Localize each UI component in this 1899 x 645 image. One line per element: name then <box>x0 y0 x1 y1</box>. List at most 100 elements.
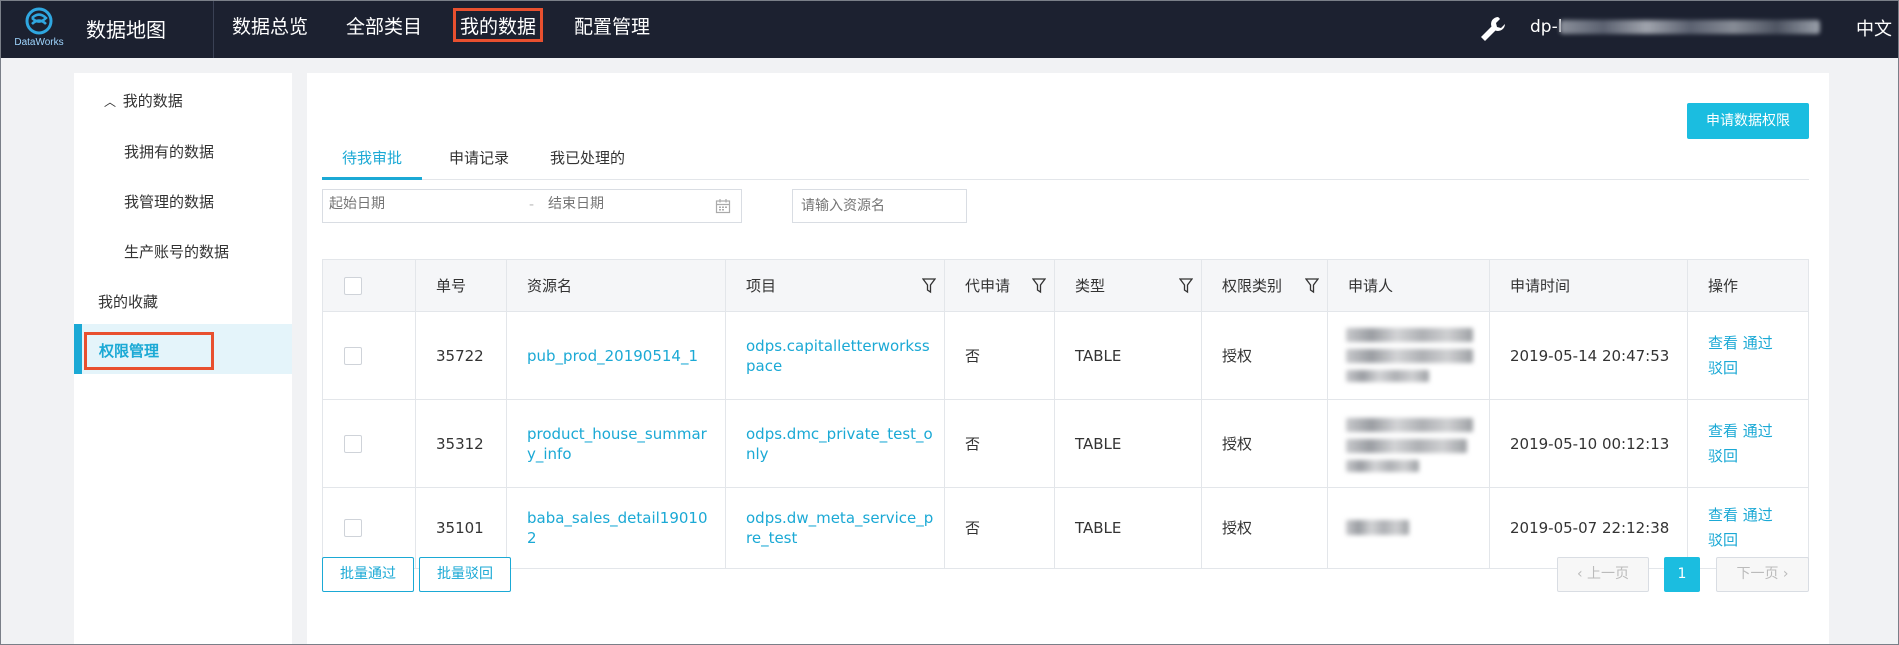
sidebar-item-owned-data[interactable]: 我拥有的数据 <box>124 141 214 162</box>
batch-reject-button[interactable]: 批量驳回 <box>419 557 511 592</box>
filter-icon[interactable] <box>1032 278 1046 294</box>
cell-proxy: 否 <box>945 488 1055 568</box>
cell-project: odps.dw_meta_service_pre_test <box>726 488 945 568</box>
sidebar-item-prod-account-data[interactable]: 生产账号的数据 <box>124 241 229 262</box>
next-page-button[interactable]: 下一页 › <box>1716 557 1809 592</box>
header-actions: 操作 <box>1688 260 1810 311</box>
project-link[interactable]: odps.dmc_private_test_only <box>746 424 934 464</box>
apply-data-permission-button[interactable]: 申请数据权限 <box>1687 103 1809 139</box>
row-select-cell <box>323 312 416 399</box>
app-title: 数据地图 <box>86 18 166 42</box>
tab-pending-approval[interactable]: 待我审批 <box>322 140 422 180</box>
resource-link[interactable]: baba_sales_detail190102 <box>527 508 715 548</box>
cell-permission-type: 授权 <box>1202 488 1328 568</box>
proxy-value: 否 <box>965 346 981 365</box>
chevron-right-icon: › <box>1782 566 1789 582</box>
filter-icon[interactable] <box>1179 278 1193 294</box>
chevron-up-icon: ︿ <box>104 95 117 109</box>
prev-page-button[interactable]: ‹ 上一页 <box>1557 557 1649 592</box>
header-permission-type-label: 权限类别 <box>1222 276 1283 295</box>
header-permission-type: 权限类别 <box>1202 260 1328 311</box>
main-panel: 申请数据权限 待我审批 申请记录 我已处理的 - 单号 资源名 项目 代申请 <box>307 73 1829 645</box>
cell-actions: 查看 通过 驳回 <box>1688 488 1810 568</box>
cell-type: TABLE <box>1055 400 1202 487</box>
view-link[interactable]: 查看 <box>1708 422 1738 440</box>
sidebar-group-my-data[interactable]: ︿ 我的数据 <box>104 90 183 111</box>
header-apply-time: 申请时间 <box>1490 260 1688 311</box>
view-link[interactable]: 查看 <box>1708 506 1738 524</box>
apply-time-value: 2019-05-07 22:12:38 <box>1510 519 1670 537</box>
active-indicator <box>74 324 82 374</box>
nav-overview[interactable]: 数据总览 <box>213 0 327 58</box>
select-all-checkbox[interactable] <box>344 276 362 295</box>
filter-icon[interactable] <box>1305 278 1319 294</box>
tab-application-records[interactable]: 申请记录 <box>449 140 509 180</box>
nav-all-categories-label: 全部类目 <box>346 16 423 38</box>
dataworks-logo[interactable]: DataWorks <box>10 6 68 52</box>
date-range-picker[interactable]: - <box>322 189 742 223</box>
proxy-value: 否 <box>965 434 981 453</box>
sidebar-item-favorites[interactable]: 我的收藏 <box>98 291 158 312</box>
redacted-applicant <box>1346 328 1473 342</box>
user-account-name[interactable]: dp-l <box>1530 17 1562 37</box>
top-navigation-bar: DataWorks 数据地图 数据总览 全部类目 我的数据 配置管理 dp-l … <box>0 0 1899 58</box>
header-applicant-label: 申请人 <box>1348 276 1394 295</box>
redacted-account <box>1560 20 1820 34</box>
nav-config-management-label: 配置管理 <box>574 16 651 38</box>
dataworks-logo-icon <box>25 7 53 35</box>
header-project: 项目 <box>726 260 945 311</box>
start-date-input[interactable] <box>329 196 509 212</box>
filter-icon[interactable] <box>922 278 936 294</box>
view-link[interactable]: 查看 <box>1708 334 1738 352</box>
cell-type: TABLE <box>1055 312 1202 399</box>
header-select-cell <box>323 260 416 311</box>
calendar-icon[interactable] <box>715 198 731 214</box>
highlight-box <box>453 8 544 42</box>
table-row: 35722 pub_prod_20190514_1 odps.capitalle… <box>323 312 1808 400</box>
approve-link[interactable]: 通过 <box>1743 506 1773 524</box>
redacted-applicant <box>1346 439 1467 453</box>
cell-resource: product_house_summary_info <box>507 400 726 487</box>
resource-link[interactable]: product_house_summary_info <box>527 424 715 464</box>
reject-link[interactable]: 驳回 <box>1708 359 1738 377</box>
header-id: 单号 <box>416 260 507 311</box>
table-row: 35312 product_house_summary_info odps.dm… <box>323 400 1808 488</box>
header-type-label: 类型 <box>1075 276 1106 295</box>
approve-link[interactable]: 通过 <box>1743 422 1773 440</box>
row-checkbox[interactable] <box>344 519 362 537</box>
header-resource-label: 资源名 <box>527 276 573 295</box>
reject-link[interactable]: 驳回 <box>1708 447 1738 465</box>
header-project-label: 项目 <box>746 276 777 295</box>
cell-project: odps.capitalletterworksspace <box>726 312 945 399</box>
resource-name-search-input[interactable] <box>792 189 967 223</box>
permission-type-value: 授权 <box>1222 346 1253 365</box>
resource-link[interactable]: pub_prod_20190514_1 <box>527 346 715 366</box>
nav-all-categories[interactable]: 全部类目 <box>327 0 441 58</box>
wrench-icon[interactable] <box>1478 14 1508 44</box>
cell-applicant <box>1328 312 1490 399</box>
date-separator: - <box>529 197 535 213</box>
prev-page-label: 上一页 <box>1587 566 1630 582</box>
nav-my-data[interactable]: 我的数据 <box>441 0 555 58</box>
row-checkbox[interactable] <box>344 434 362 453</box>
apply-time-value: 2019-05-14 20:47:53 <box>1510 346 1670 365</box>
language-switch[interactable]: 中文 <box>1856 15 1892 41</box>
cell-actions: 查看 通过 驳回 <box>1688 400 1810 487</box>
nav-config-management[interactable]: 配置管理 <box>555 0 669 58</box>
apply-time-value: 2019-05-10 00:12:13 <box>1510 434 1670 453</box>
end-date-input[interactable] <box>548 196 698 212</box>
sidebar-item-permission-management[interactable]: 权限管理 <box>74 324 292 374</box>
project-link[interactable]: odps.dw_meta_service_pre_test <box>746 508 934 548</box>
row-checkbox[interactable] <box>344 346 362 365</box>
cell-apply-time: 2019-05-14 20:47:53 <box>1490 312 1688 399</box>
reject-link[interactable]: 驳回 <box>1708 531 1738 549</box>
redacted-applicant <box>1346 520 1409 535</box>
page-number-current[interactable]: 1 <box>1664 557 1700 592</box>
approve-link[interactable]: 通过 <box>1743 334 1773 352</box>
next-page-label: 下一页 <box>1736 566 1779 582</box>
row-id: 35722 <box>436 346 484 365</box>
batch-approve-button[interactable]: 批量通过 <box>322 557 414 592</box>
sidebar-item-managed-data[interactable]: 我管理的数据 <box>124 191 214 212</box>
tab-processed[interactable]: 我已处理的 <box>550 140 625 180</box>
project-link[interactable]: odps.capitalletterworksspace <box>746 336 934 376</box>
